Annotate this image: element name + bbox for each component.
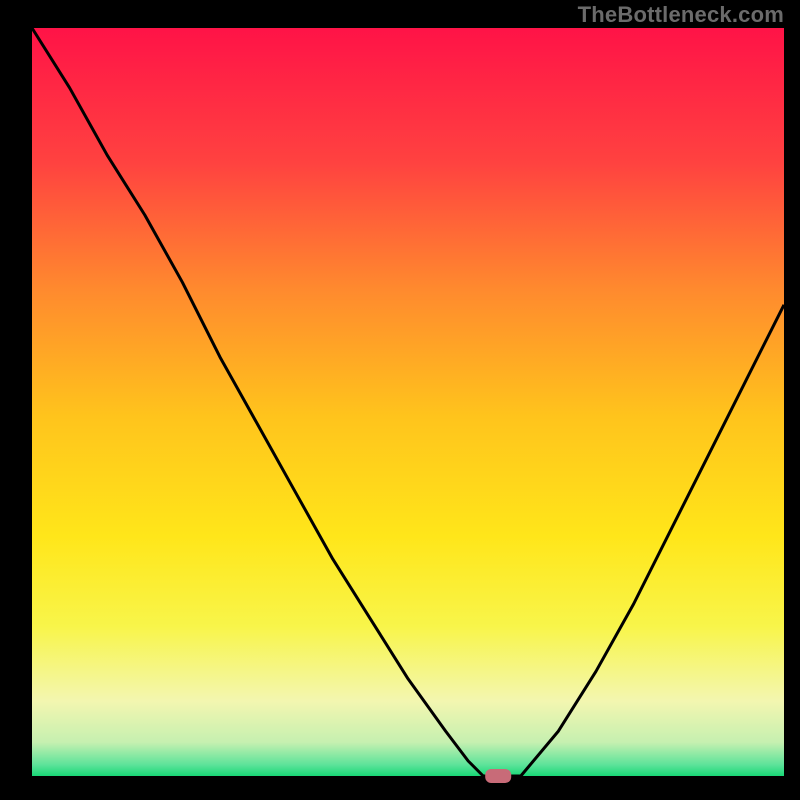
optimal-marker: [485, 769, 511, 783]
watermark-text: TheBottleneck.com: [578, 2, 784, 28]
chart-container: TheBottleneck.com: [0, 0, 800, 800]
bottleneck-chart: [0, 0, 800, 800]
plot-background: [32, 28, 784, 776]
